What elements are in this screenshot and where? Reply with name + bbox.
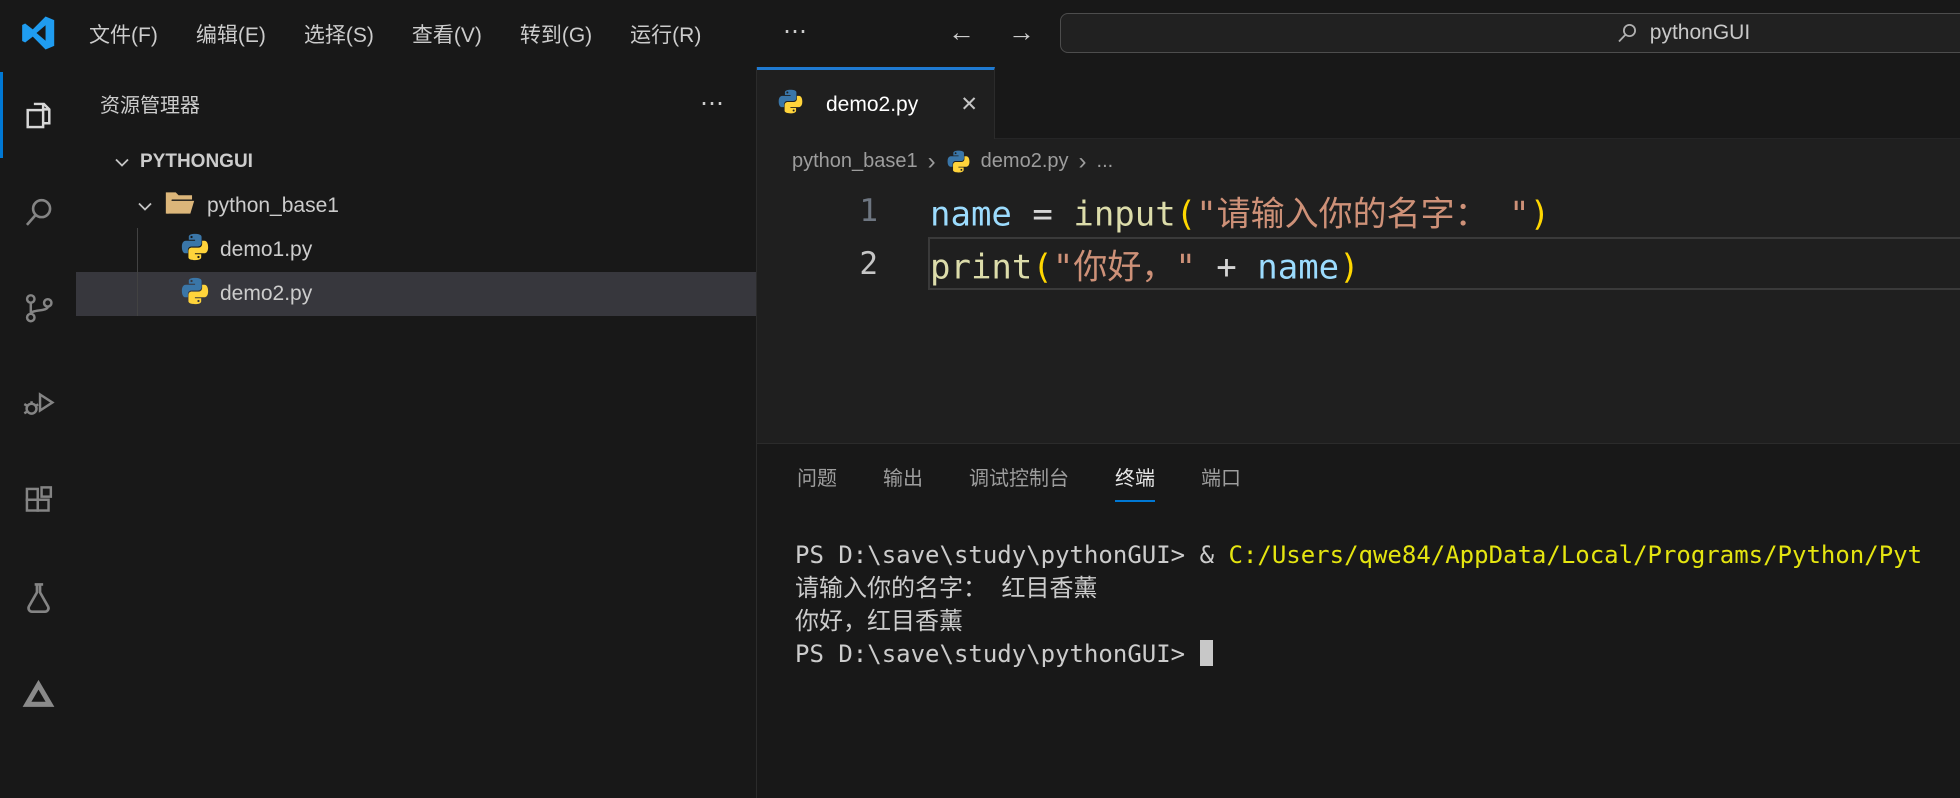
command-center-search[interactable]: pythonGUI (1060, 13, 1960, 53)
menu-item[interactable]: 选择(S) (285, 19, 393, 49)
explorer-sidebar: 资源管理器 ⋯ PYTHONGUI python_base1 demo1.py dem… (76, 67, 757, 798)
menu-item[interactable]: 转到(G) (501, 19, 611, 49)
terminal-output[interactable]: PS D:\save\study\pythonGUI> & C:/Users/q… (795, 539, 1960, 671)
panel-tab-问题[interactable]: 问题 (797, 462, 837, 491)
tree-item-label: demo2.py (220, 282, 313, 305)
chevron-down-icon (110, 150, 134, 174)
menu-more-button[interactable]: ⋯ (775, 0, 815, 67)
terminal-line: 请输入你的名字： 红目香薰 (795, 574, 1098, 602)
breadcrumb-separator-icon: › (1078, 147, 1087, 175)
tree-item-label: PYTHONGUI (140, 151, 253, 172)
nav-forward-button[interactable]: → (1008, 0, 1035, 67)
source-control-icon[interactable] (0, 269, 76, 345)
python-file-icon (946, 149, 971, 174)
python-file-icon (180, 232, 210, 268)
panel-tab-终端[interactable]: 终端 (1115, 462, 1155, 502)
activity-bar (0, 67, 76, 798)
chevron-down-icon (133, 194, 157, 218)
bottom-panel: 问题 输出 调试控制台 终端 端口 PS D:\save\study\pythonGUI… (757, 443, 1960, 798)
line-number: 1 (859, 192, 878, 229)
tab-demo2py[interactable]: demo2.py ✕ (757, 67, 995, 139)
code-line-text: print("你好，" + name) (930, 247, 1360, 287)
file-tree: PYTHONGUI python_base1 demo1.py demo2.py (76, 140, 756, 316)
title-bar: 文件(F) 编辑(E) 选择(S) 查看(V) 转到(G) 运行(R) ⋯ ← → pyt… (0, 0, 1960, 67)
code-editor[interactable]: 1 name = input("请输入你的名字： ") 2 print("你好，" +… (757, 184, 1960, 443)
breadcrumb: python_base1 › demo2.py ›... (757, 139, 1960, 184)
terminal-line: PS D:\save\study\pythonGUI> (795, 638, 1960, 671)
sidebar-title: 资源管理器 (100, 95, 200, 117)
panel-tab-bar: 问题 输出 调试控制台 终端 端口 (757, 444, 1241, 508)
search-icon (1615, 21, 1639, 45)
tab-label: demo2.py (826, 92, 919, 116)
run-and-debug-icon[interactable] (0, 364, 76, 440)
indent-guide (137, 228, 138, 316)
tree-item-demo2.py[interactable]: demo2.py (76, 272, 756, 316)
breadcrumb-separator-icon: › (927, 147, 936, 175)
tab-close-icon[interactable]: ✕ (960, 92, 978, 117)
search-view-icon[interactable] (0, 174, 76, 250)
menu-bar: 文件(F) 编辑(E) 选择(S) 查看(V) 转到(G) 运行(R) (70, 0, 720, 67)
code-line-1[interactable]: 1 name = input("请输入你的名字： ") (757, 184, 1960, 237)
tree-item-python_base1[interactable]: python_base1 (76, 184, 756, 228)
nav-back-button[interactable]: ← (948, 0, 975, 67)
command-center-text: pythonGUI (1649, 21, 1751, 44)
code-line-2[interactable]: 2 print("你好，" + name) (757, 237, 1960, 290)
tab-strip: demo2.py ✕ (757, 67, 1960, 139)
terminal-line: PS D:\save\study\pythonGUI> & C:/Users/q… (795, 541, 1923, 569)
python-file-icon (777, 88, 804, 121)
line-number: 2 (859, 245, 878, 282)
menu-item[interactable]: 运行(R) (611, 19, 720, 49)
tree-item-label: demo1.py (220, 238, 313, 261)
testing-icon[interactable] (0, 559, 76, 635)
menu-item[interactable]: 编辑(E) (177, 19, 285, 49)
vscode-logo-icon (20, 15, 56, 51)
extension-knot-icon[interactable] (0, 656, 76, 732)
panel-tab-端口[interactable]: 端口 (1201, 462, 1241, 491)
tree-item-PYTHONGUI[interactable]: PYTHONGUI (76, 140, 756, 184)
terminal-line: 你好，红目香薰 (795, 607, 963, 635)
code-line-text: name = input("请输入你的名字： ") (930, 194, 1551, 234)
python-file-icon (180, 276, 210, 312)
breadcrumb-item[interactable]: ... (1097, 150, 1114, 173)
terminal-cursor (1199, 640, 1213, 666)
tree-item-label: python_base1 (207, 194, 339, 217)
menu-item[interactable]: 查看(V) (393, 19, 501, 49)
editor-group: demo2.py ✕ python_base1 › demo2.py ›... 1 na… (757, 67, 1960, 443)
vscode-window: 文件(F) 编辑(E) 选择(S) 查看(V) 转到(G) 运行(R) ⋯ ← → pyt… (0, 0, 1960, 798)
extensions-icon[interactable] (0, 462, 76, 538)
panel-tab-输出[interactable]: 输出 (883, 462, 923, 491)
breadcrumb-item[interactable]: python_base1 (792, 150, 918, 173)
explorer-icon[interactable] (0, 72, 76, 158)
sidebar-more-button[interactable]: ⋯ (700, 89, 724, 118)
menu-item[interactable]: 文件(F) (70, 19, 177, 49)
tree-item-demo1.py[interactable]: demo1.py (76, 228, 756, 272)
breadcrumb-item[interactable]: demo2.py (981, 150, 1069, 173)
panel-tab-调试控制台[interactable]: 调试控制台 (969, 462, 1069, 491)
folder-open-icon (163, 186, 197, 226)
